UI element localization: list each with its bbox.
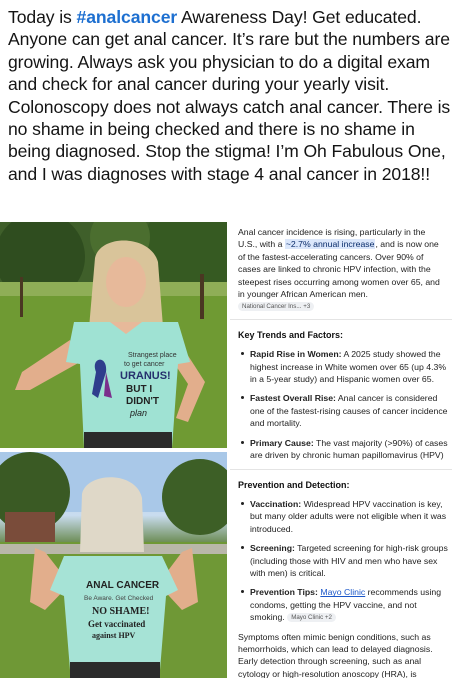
- shirt-text-1: Strangest place: [128, 352, 177, 359]
- divider: [230, 318, 452, 320]
- hashtag-link[interactable]: #analcancer: [77, 7, 178, 27]
- shirt-text-2: to get cancer: [124, 361, 165, 368]
- prevention-heading: Prevention and Detection:: [238, 479, 350, 490]
- highlighted-stat[interactable]: ~2.7% annual increase: [284, 239, 376, 250]
- photo-back-scene: ANAL CANCER Be Aware. Get Checked NO SHA…: [0, 452, 227, 678]
- photo-front-scene: Strangest place to get cancer URANUS! BU…: [0, 222, 227, 448]
- source-chip[interactable]: Mayo Clinic +2: [287, 613, 336, 623]
- trends-heading: Key Trends and Factors:: [238, 329, 344, 340]
- mayo-clinic-link[interactable]: Mayo Clinic: [320, 587, 365, 597]
- photo-back[interactable]: ANAL CANCER Be Aware. Get Checked NO SHA…: [0, 452, 227, 678]
- photo-front[interactable]: Strangest place to get cancer URANUS! BU…: [0, 222, 227, 448]
- list-item: Primary Cause: The vast majority (>90%) …: [240, 437, 452, 462]
- shirt-text-5: DIDN'T: [126, 396, 159, 407]
- shirt-text-6: plan: [129, 408, 147, 418]
- post-caption: Today is #analcancer Awareness Day! Get …: [8, 6, 452, 185]
- item-title: Primary Cause:: [250, 437, 314, 448]
- ai-overview-panel: Anal cancer incidence is rising, particu…: [230, 222, 452, 678]
- post-text-body: Awareness Day! Get educated. Anyone can …: [8, 7, 451, 184]
- list-item: Fastest Overall Rise: Anal cancer is con…: [240, 392, 452, 429]
- item-title: Vaccination:: [250, 498, 302, 509]
- list-item: Prevention Tips: Mayo Clinic recommends …: [240, 586, 452, 623]
- back-shirt-text-3: NO SHAME!: [92, 606, 150, 617]
- list-item: Vaccination: Widespread HPV vaccination …: [240, 498, 452, 535]
- source-chip[interactable]: National Cancer Ins... +3: [238, 302, 315, 312]
- shirt-text-3: URANUS!: [120, 370, 171, 382]
- back-shirt-text-5: against HPV: [92, 631, 136, 640]
- prevention-list: Vaccination: Widespread HPV vaccination …: [240, 498, 452, 624]
- post-text-prefix: Today is: [8, 7, 77, 27]
- trends-list: Rapid Rise in Women: A 2025 study showed…: [240, 348, 452, 461]
- list-item: Rapid Rise in Women: A 2025 study showed…: [240, 348, 452, 385]
- shirt-text-4: BUT I: [126, 384, 152, 395]
- item-title: Fastest Overall Rise:: [250, 393, 336, 404]
- item-title: Prevention Tips:: [250, 587, 318, 598]
- item-title: Screening:: [250, 543, 295, 554]
- back-shirt-text-1: ANAL CANCER: [86, 580, 160, 591]
- intro-paragraph: Anal cancer incidence is rising, particu…: [230, 226, 452, 313]
- back-shirt-text-2: Be Aware. Get Checked: [84, 595, 154, 602]
- divider: [230, 468, 452, 470]
- back-shirt-text-4: Get vaccinated: [88, 619, 145, 629]
- outro-paragraph: Symptoms often mimic benign conditions, …: [238, 631, 433, 678]
- list-item: Screening: Targeted screening for high-r…: [240, 542, 452, 579]
- item-title: Rapid Rise in Women:: [250, 349, 342, 360]
